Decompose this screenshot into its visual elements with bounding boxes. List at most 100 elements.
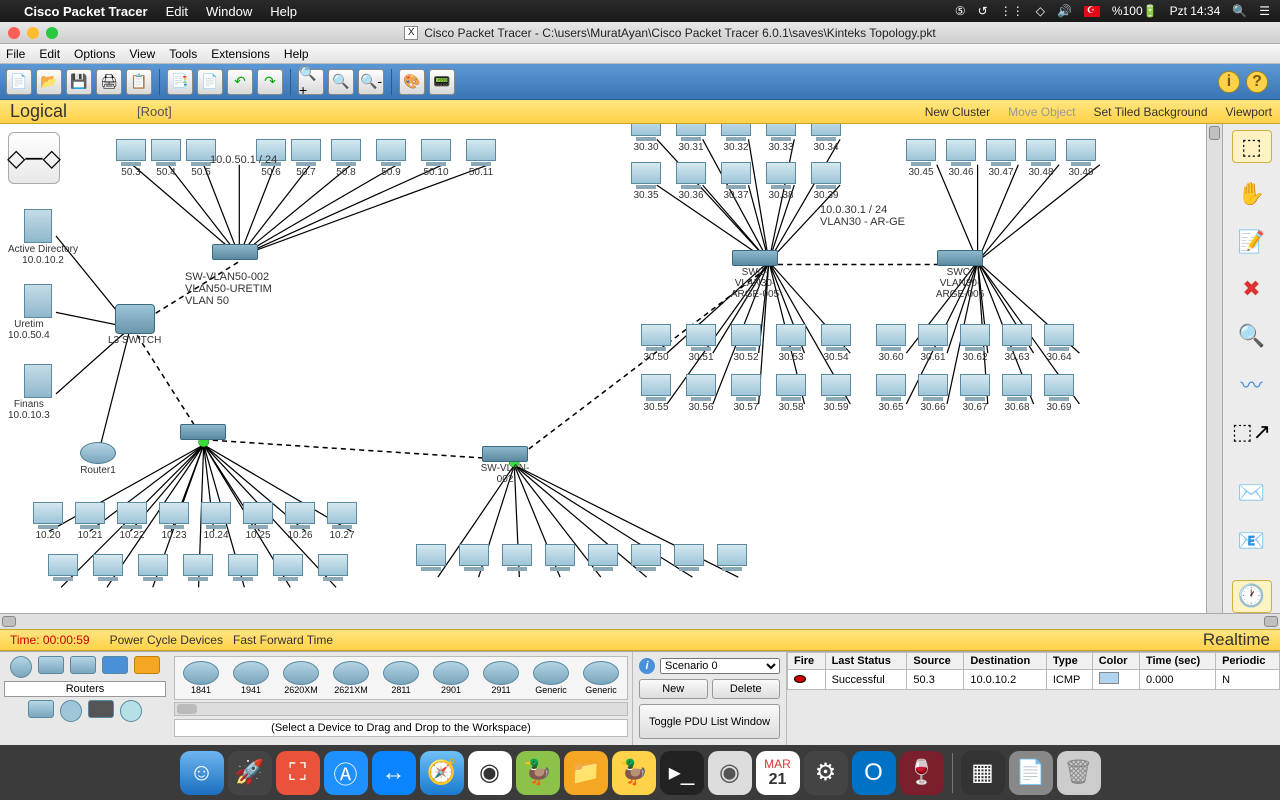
app-name[interactable]: Cisco Packet Tracer — [24, 4, 148, 19]
pc-device[interactable]: 30.53 — [773, 324, 809, 363]
pc-device[interactable]: 10.24 — [198, 502, 234, 541]
pdu-header[interactable]: Time (sec) — [1139, 653, 1215, 670]
device-model-item[interactable]: 2911 — [479, 661, 523, 695]
move-object-button[interactable]: Move Object — [1008, 105, 1075, 119]
topology-canvas[interactable]: ◇─◇ — [0, 124, 1222, 613]
trash-icon[interactable]: 🗑 — [1057, 751, 1101, 795]
custom-category-icon[interactable] — [120, 700, 142, 722]
zoomout-button[interactable]: 🔍- — [358, 69, 384, 95]
pc-device[interactable] — [542, 544, 578, 572]
shape-tool[interactable]: 〰 — [1232, 367, 1272, 401]
select-tool[interactable]: ⬚ — [1232, 130, 1272, 163]
power-cycle-button[interactable]: Power Cycle Devices — [110, 633, 223, 647]
pc-device[interactable]: 30.35 — [628, 162, 664, 201]
wan-category-icon[interactable] — [88, 700, 114, 718]
pc-device[interactable]: 30.49 — [1063, 139, 1099, 178]
pc-device[interactable] — [315, 554, 351, 582]
wineskin-icon[interactable]: 🍷 — [900, 751, 944, 795]
switch-device[interactable]: SW-VLAN-002 — [480, 446, 530, 485]
pc-device[interactable]: 30.69 — [1041, 374, 1077, 413]
outlook-icon[interactable]: O — [852, 751, 896, 795]
remote-icon[interactable]: ⛶ — [276, 751, 320, 795]
pc-device[interactable]: 30.51 — [683, 324, 719, 363]
device-model-item[interactable]: 2620XM — [279, 661, 323, 695]
zoomin-button[interactable]: 🔍+ — [298, 69, 324, 95]
pc-device[interactable] — [671, 544, 707, 572]
inspect-tool[interactable]: 🔍 — [1232, 320, 1272, 353]
switch-device[interactable]: SWC-VLAN30-ARGE-005 — [730, 250, 780, 300]
duck-icon[interactable]: 🦆 — [612, 751, 656, 795]
pc-device[interactable]: 30.62 — [957, 324, 993, 363]
new-cluster-button[interactable]: New Cluster — [925, 105, 990, 119]
new-scenario-button[interactable]: New — [639, 679, 708, 699]
teamviewer-icon[interactable]: ↔ — [372, 751, 416, 795]
server-device[interactable] — [20, 209, 56, 243]
device-model-item[interactable]: 2901 — [429, 661, 473, 695]
terminal-icon[interactable]: ▸_ — [660, 751, 704, 795]
menu-edit[interactable]: Edit — [166, 4, 188, 19]
fire-icon[interactable] — [794, 675, 806, 683]
pc-device[interactable]: 30.66 — [915, 374, 951, 413]
viewport-button[interactable]: Viewport — [1226, 105, 1272, 119]
save-button[interactable]: 💾 — [66, 69, 92, 95]
menu-file[interactable]: File — [6, 47, 25, 61]
pdu-row[interactable]: Successful 50.3 10.0.10.2 ICMP 0.000 N — [788, 670, 1280, 690]
pc-device[interactable]: 30.50 — [638, 324, 674, 363]
scenario-select[interactable]: Scenario 0 — [660, 658, 780, 674]
pc-device[interactable]: 10.27 — [324, 502, 360, 541]
pc-device[interactable]: 30.67 — [957, 374, 993, 413]
toggle-pdu-button[interactable]: Toggle PDU List Window — [639, 704, 780, 739]
pc-device[interactable] — [180, 554, 216, 582]
input-source-icon[interactable] — [1084, 6, 1100, 17]
pc-device[interactable]: 30.39 — [808, 162, 844, 201]
volume-icon[interactable]: 🔊 — [1057, 4, 1072, 18]
wireless-category-icon[interactable] — [102, 656, 128, 674]
zoom-icon[interactable] — [46, 27, 58, 39]
router-category-icon[interactable] — [10, 656, 32, 678]
menu-extensions[interactable]: Extensions — [211, 47, 270, 61]
disc-icon[interactable]: ◉ — [708, 751, 752, 795]
info-icon[interactable]: i — [639, 658, 655, 674]
navigation-button[interactable]: ◇─◇ — [8, 132, 60, 184]
hub-category-icon[interactable] — [70, 656, 96, 674]
pc-device[interactable]: 30.36 — [673, 162, 709, 201]
pc-device[interactable]: 30.60 — [873, 324, 909, 363]
note-tool[interactable]: 📝 — [1232, 225, 1272, 258]
pc-device[interactable]: 30.38 — [763, 162, 799, 201]
pc-device[interactable] — [499, 544, 535, 572]
adium-icon[interactable]: 🦆 — [516, 751, 560, 795]
pdu-header[interactable]: Destination — [964, 653, 1047, 670]
complex-pdu-tool[interactable]: 📧 — [1232, 524, 1272, 557]
pc-device[interactable] — [413, 544, 449, 572]
doc-icon[interactable]: 📄 — [1009, 751, 1053, 795]
switch-category-icon[interactable] — [38, 656, 64, 674]
pc-device[interactable]: 50.10 — [418, 139, 454, 178]
menu-tools[interactable]: Tools — [169, 47, 197, 61]
safari-icon[interactable]: 🧭 — [420, 751, 464, 795]
switch-device[interactable] — [178, 424, 228, 440]
breadcrumb-root[interactable]: [Root] — [137, 104, 172, 119]
enddevice-category-icon[interactable] — [28, 700, 54, 718]
paste-button[interactable]: 📄 — [197, 69, 223, 95]
spotlight-icon[interactable]: 🔍 — [1232, 4, 1247, 18]
info-button[interactable]: i — [1218, 71, 1240, 93]
calendar-icon[interactable]: MAR21 — [756, 751, 800, 795]
pc-device[interactable]: 30.58 — [773, 374, 809, 413]
server-device[interactable] — [20, 284, 56, 318]
pc-device[interactable] — [45, 554, 81, 582]
l3switch-device[interactable]: L3 SWITCH — [108, 304, 161, 346]
finder-icon[interactable]: ☺ — [180, 751, 224, 795]
pc-device[interactable]: 30.55 — [638, 374, 674, 413]
device-button[interactable]: 📟 — [429, 69, 455, 95]
open-button[interactable]: 📂 — [36, 69, 62, 95]
print-button[interactable]: 🖨 — [96, 69, 122, 95]
checkerboard-icon[interactable]: ▦ — [961, 751, 1005, 795]
pc-device[interactable]: 10.25 — [240, 502, 276, 541]
pc-device[interactable] — [714, 544, 750, 572]
connection-category-icon[interactable] — [134, 656, 160, 674]
pc-device[interactable] — [456, 544, 492, 572]
pdu-header[interactable]: Source — [907, 653, 964, 670]
pc-device[interactable]: 30.45 — [903, 139, 939, 178]
appstore-icon[interactable]: Ⓐ — [324, 751, 368, 795]
set-background-button[interactable]: Set Tiled Background — [1093, 105, 1207, 119]
